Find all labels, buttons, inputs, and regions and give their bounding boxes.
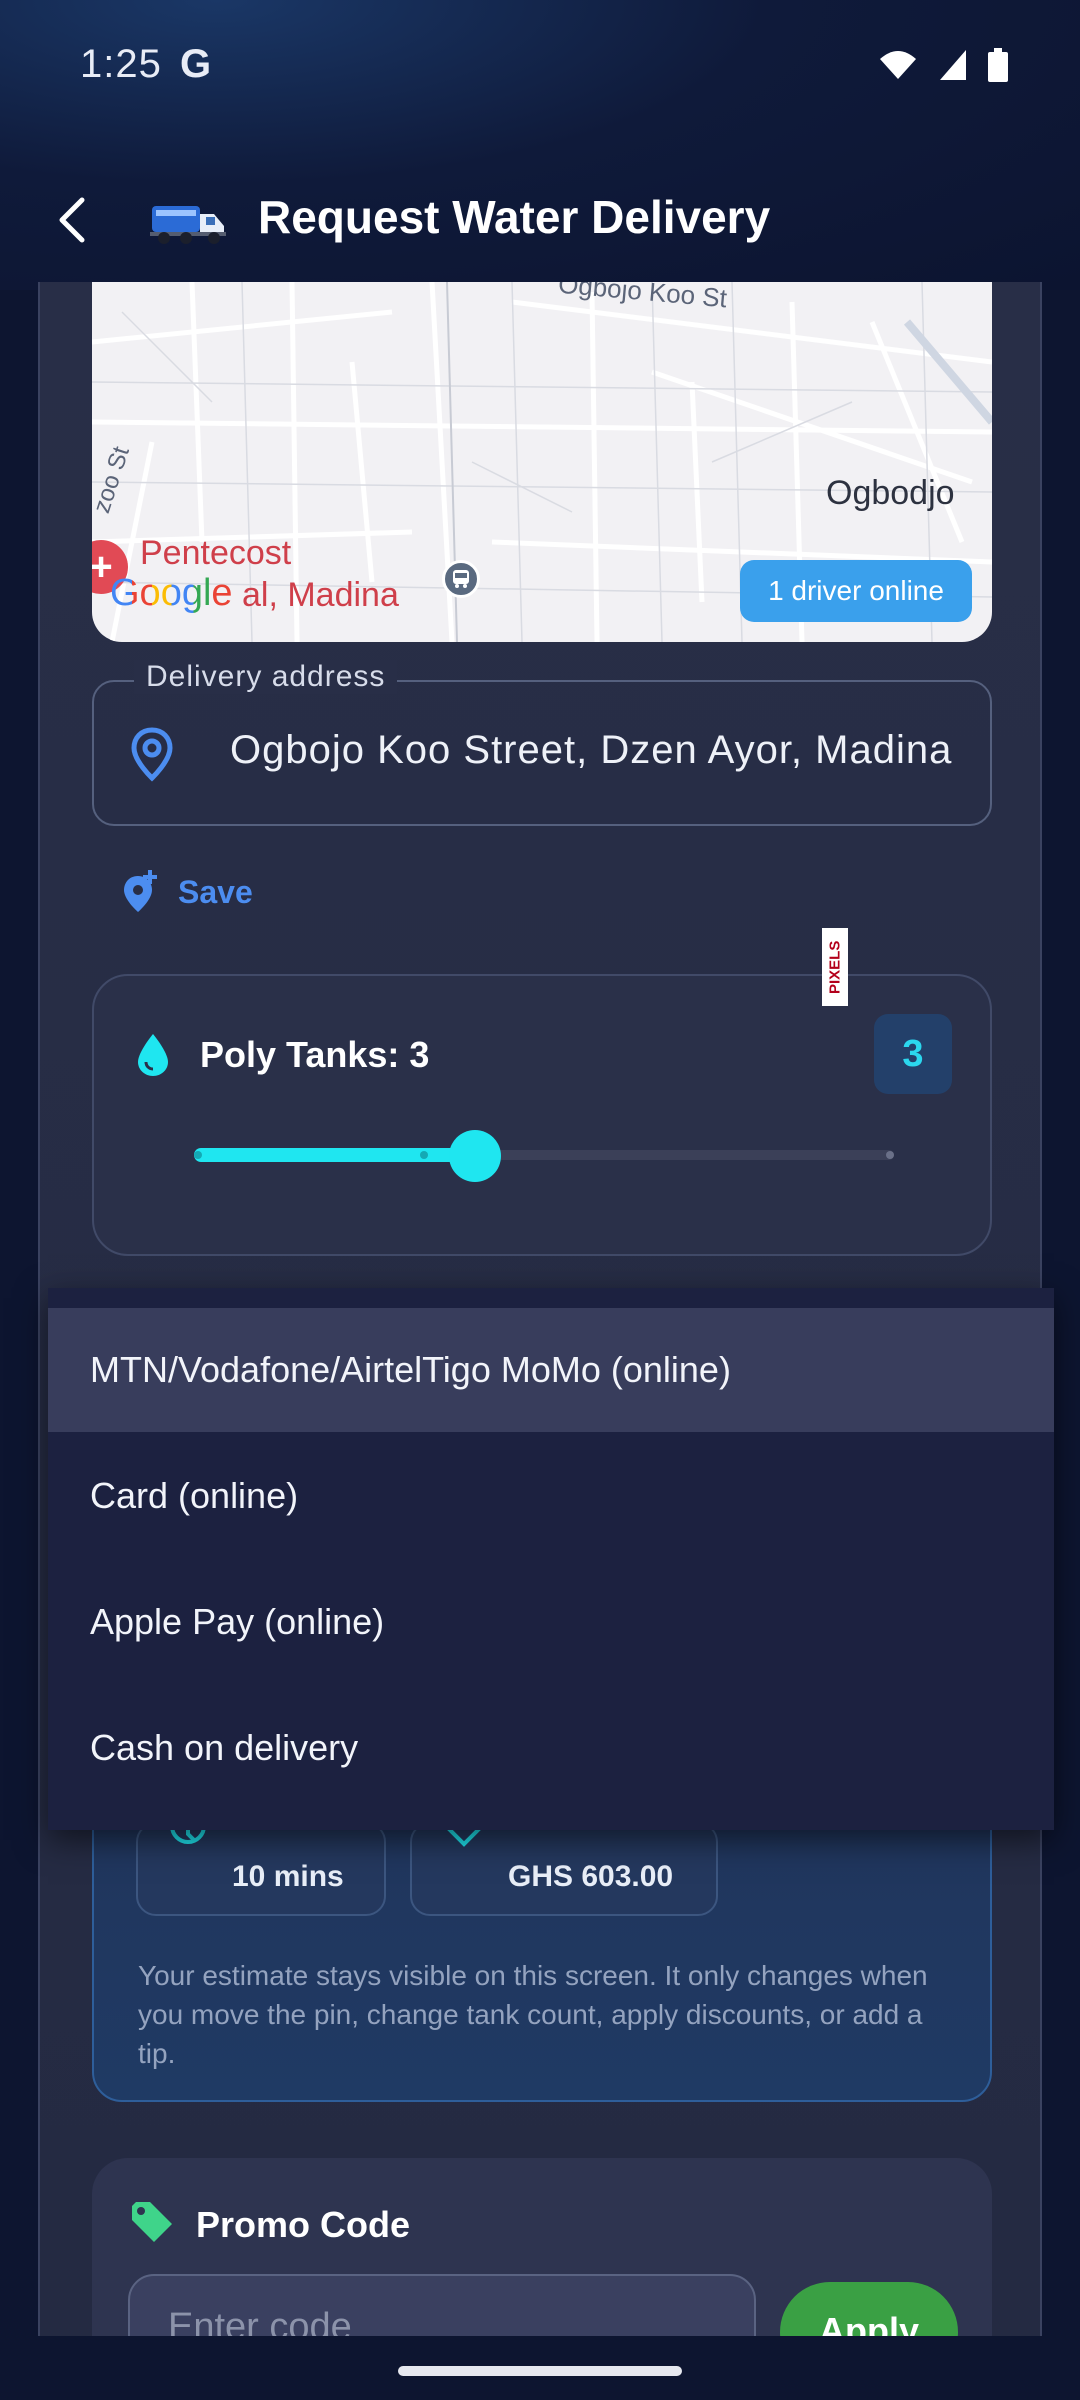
google-logo: Google — [110, 572, 233, 614]
price-tag-icon — [444, 1826, 484, 1847]
promo-code-title: Promo Code — [196, 2204, 411, 2245]
signal-icon — [940, 50, 966, 80]
pixels-tag: PIXELS — [822, 928, 848, 1006]
page-title: Request Water Delivery — [258, 191, 771, 243]
apply-promo-button[interactable]: Apply — [780, 2282, 958, 2336]
tank-count-badge: 3 — [874, 1014, 952, 1094]
water-drop-icon — [138, 1034, 168, 1076]
add-location-icon — [124, 870, 157, 912]
save-address-button[interactable]: Save — [120, 870, 253, 914]
payment-method-dropdown[interactable]: MTN/Vodafone/AirtelTigo MoMo (online) Ca… — [48, 1288, 1054, 1830]
slider-fill — [194, 1148, 475, 1162]
map-view[interactable]: Ogbojo Koo St Ogbodjo zoo St + Pentecost… — [92, 282, 992, 642]
delivery-address-field[interactable]: Delivery address Ogbojo Koo Street, Dzen… — [92, 660, 992, 826]
poly-tanks-card: Poly Tanks: 3 3 — [92, 974, 992, 1256]
status-icons — [878, 48, 1008, 82]
eta-chip: 10 mins — [136, 1822, 386, 1916]
tag-icon — [132, 2202, 172, 2242]
clock-icon — [170, 1826, 206, 1844]
water-truck-icon — [150, 206, 226, 244]
location-pin-icon — [131, 727, 173, 782]
g-badge: G — [179, 42, 213, 86]
slider-tick — [194, 1151, 202, 1159]
address-legend: Delivery address — [134, 660, 398, 694]
map-poi-label-1: Pentecost — [140, 534, 292, 572]
address-input[interactable]: Ogbojo Koo Street, Dzen Ayor, Madina — [230, 728, 970, 773]
payment-option-apple-pay[interactable]: Apple Pay (online) — [48, 1560, 1054, 1684]
slider-tick — [886, 1151, 894, 1159]
bus-stop-icon — [442, 560, 480, 598]
drivers-online-badge: 1 driver online — [740, 560, 972, 622]
payment-option-momo[interactable]: MTN/Vodafone/AirtelTigo MoMo (online) — [48, 1308, 1054, 1432]
poly-tanks-title: Poly Tanks: 3 — [200, 1034, 430, 1075]
map-poi-label-2: al, Madina — [242, 576, 399, 614]
eta-value: 10 mins — [232, 1860, 344, 1893]
slider-thumb[interactable] — [449, 1130, 501, 1182]
battery-icon — [988, 48, 1008, 82]
estimate-note: Your estimate stays visible on this scre… — [138, 1960, 928, 2069]
gesture-nav-handle[interactable] — [398, 2366, 682, 2376]
promo-code-card: Promo Code Enter code Apply — [92, 2158, 992, 2336]
app-bar: Request Water Delivery — [0, 170, 1080, 270]
status-time: 1:25 G — [80, 42, 213, 86]
map-area-label: Ogbodjo — [826, 474, 955, 512]
wifi-icon — [880, 51, 916, 79]
payment-option-card[interactable]: Card (online) — [48, 1434, 1054, 1558]
slider-tick — [420, 1151, 428, 1159]
back-button[interactable] — [40, 188, 104, 252]
payment-option-cash[interactable]: Cash on delivery — [48, 1686, 1054, 1810]
price-chip: GHS 603.00 — [410, 1822, 718, 1916]
back-arrow-icon — [59, 197, 85, 243]
promo-code-input[interactable]: Enter code — [128, 2274, 756, 2336]
status-bar: 1:25 G — [0, 0, 1080, 130]
save-label: Save — [178, 873, 253, 910]
price-value: GHS 603.00 — [508, 1860, 674, 1893]
